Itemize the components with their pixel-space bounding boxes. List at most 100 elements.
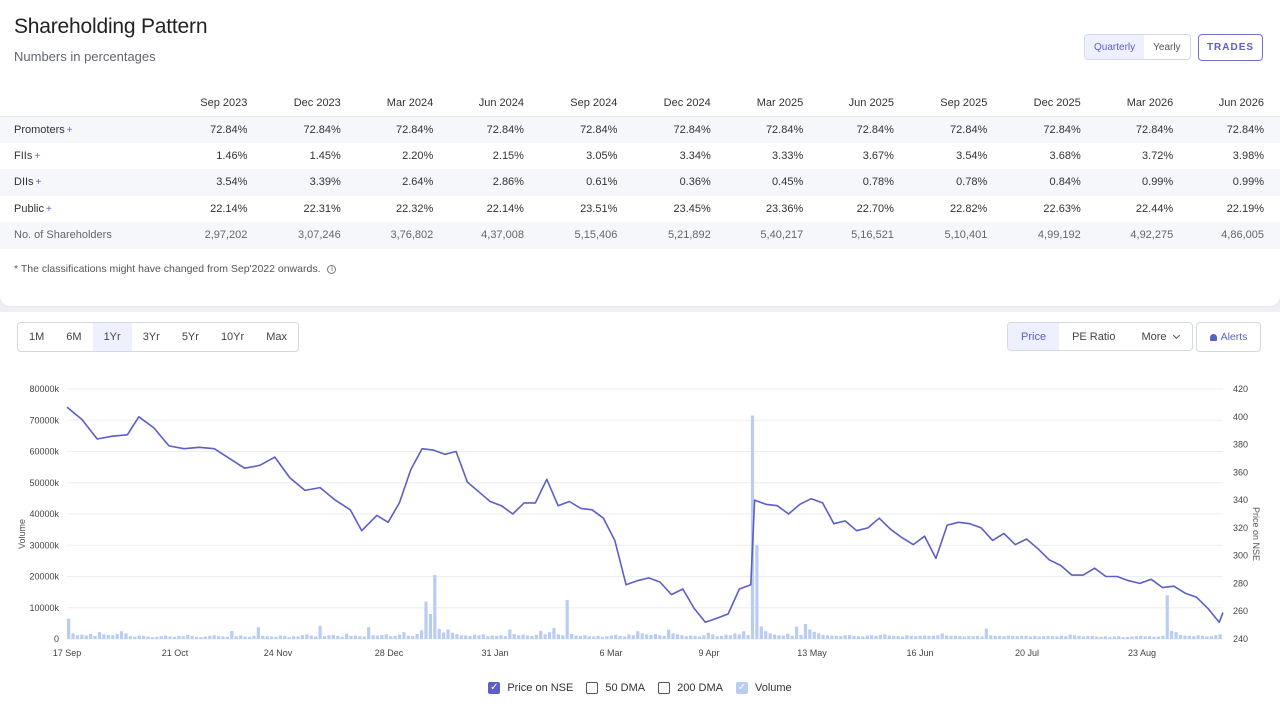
row-label[interactable]: FIIs +	[0, 143, 170, 170]
right-tick-label: 420	[1233, 384, 1248, 394]
footnote-text: * The classifications might have changed…	[14, 263, 321, 275]
more-label: More	[1141, 330, 1167, 343]
expand-plus-icon[interactable]: +	[36, 177, 42, 188]
volume-bar	[490, 635, 494, 639]
table-cell: 22.44%	[1135, 202, 1174, 215]
volume-bar	[945, 635, 949, 639]
volume-checkbox-checked-icon[interactable]: ✓	[735, 682, 748, 694]
range-6m-button[interactable]: 6M	[55, 323, 92, 351]
legend-label: 200 DMA	[677, 682, 723, 694]
range-1yr-button[interactable]: 1Yr	[92, 323, 132, 351]
volume-bar	[583, 635, 587, 639]
200dma-checkbox-icon[interactable]	[658, 682, 671, 694]
table-cell: 3.05%	[586, 149, 618, 162]
range-1m-button[interactable]: 1M	[18, 323, 55, 351]
volume-bar	[300, 635, 305, 639]
volume-bar	[1095, 636, 1099, 639]
volume-bar	[755, 545, 759, 639]
range-max-button[interactable]: Max	[255, 323, 298, 351]
legend-volume[interactable]: ✓ Volume	[735, 682, 792, 694]
volume-bar	[397, 634, 402, 639]
volume-bar	[962, 636, 966, 639]
volume-bar	[239, 635, 243, 639]
table-cell: 1.46%	[216, 149, 248, 162]
volume-bar	[1156, 636, 1161, 639]
left-tick-label: 0	[54, 634, 59, 644]
table-cell: 23.45%	[673, 202, 711, 215]
volume-bar	[609, 635, 613, 639]
volume-bar	[1086, 636, 1090, 639]
column-header: Dec 2024	[633, 90, 727, 117]
chart-legend: ✓ Price on NSE 50 DMA 200 DMA ✓ Volume	[0, 682, 1280, 694]
more-dropdown[interactable]: More	[1128, 323, 1191, 350]
x-tick-label: 28 Dec	[375, 648, 404, 658]
row-label[interactable]: DIIs +	[0, 169, 170, 196]
volume-bar	[689, 635, 693, 639]
volume-bar	[627, 634, 631, 639]
range-10yr-button[interactable]: 10Yr	[210, 323, 255, 351]
pe-ratio-button[interactable]: PE Ratio	[1059, 323, 1128, 350]
50dma-checkbox-icon[interactable]	[586, 682, 599, 694]
left-axis-title: Volume	[17, 519, 27, 549]
info-icon[interactable]: i	[327, 264, 337, 274]
volume-bar	[512, 634, 516, 639]
yearly-button[interactable]: Yearly	[1144, 35, 1189, 59]
volume-bar	[1055, 636, 1059, 639]
volume-bar	[309, 635, 313, 639]
column-header: Jun 2024	[449, 90, 540, 117]
price-volume-chart[interactable]: 0 10000k 20000k 30000k 40000k 50000k 60000k 700…	[0, 374, 1280, 670]
volume-bar	[1192, 636, 1196, 639]
x-tick-label: 23 Aug	[1128, 648, 1156, 658]
range-3yr-button[interactable]: 3Yr	[132, 323, 171, 351]
table-cell: 2.64%	[356, 169, 450, 196]
volume-bar	[494, 635, 499, 639]
volume-bar	[1174, 632, 1178, 639]
row-label[interactable]: Public +	[0, 196, 170, 223]
row-label[interactable]: Promoters +	[0, 116, 170, 143]
table-cell: 22.14%	[210, 202, 248, 215]
table-cell: 72.84%	[1189, 116, 1280, 143]
quarterly-button[interactable]: Quarterly	[1085, 35, 1145, 59]
table-row: Public +22.14% 22.31% 22.32% 22.14% 23.51% 23.…	[0, 196, 1280, 223]
volume-bar	[415, 634, 419, 639]
volume-bar	[1112, 636, 1116, 639]
range-5yr-button[interactable]: 5Yr	[171, 323, 210, 351]
legend-50-dma[interactable]: 50 DMA	[586, 682, 645, 694]
price-line	[66, 406, 1224, 624]
volume-bar	[459, 635, 463, 639]
volume-bar	[697, 636, 702, 639]
table-cell: 72.84%	[633, 116, 727, 143]
expand-plus-icon[interactable]: +	[46, 204, 52, 215]
legend-200-dma[interactable]: 200 DMA	[658, 682, 723, 694]
alerts-button[interactable]: Alerts	[1196, 322, 1261, 352]
volume-bar	[199, 637, 203, 639]
expand-plus-icon[interactable]: +	[34, 151, 40, 162]
right-tick-label: 360	[1233, 467, 1248, 477]
row-label-text: FIIs	[14, 149, 33, 162]
volume-bar	[142, 635, 146, 639]
volume-bar	[1134, 636, 1138, 639]
volume-bar	[296, 636, 300, 639]
volume-bar	[1037, 636, 1041, 639]
volume-bar	[1125, 636, 1130, 639]
row-label-text: Public	[14, 202, 44, 215]
x-tick-label: 16 Jun	[906, 648, 933, 658]
table-cell: 4,37,008	[449, 222, 540, 249]
volume-bar	[543, 634, 547, 639]
price-checkbox-checked-icon[interactable]: ✓	[488, 682, 501, 694]
volume-bar	[446, 629, 450, 639]
volume-bar	[1099, 636, 1103, 639]
expand-plus-icon[interactable]: +	[67, 125, 73, 136]
volume-bar	[843, 635, 847, 639]
volume-bar	[667, 629, 671, 639]
legend-price-on-nse[interactable]: ✓ Price on NSE	[488, 682, 573, 694]
volume-bar	[733, 633, 737, 639]
trades-button[interactable]: TRADES	[1198, 34, 1263, 61]
volume-bar	[702, 635, 706, 639]
volume-bar	[221, 636, 225, 639]
volume-bar	[1020, 635, 1024, 639]
price-button[interactable]: Price	[1008, 323, 1060, 350]
volume-bar	[137, 635, 141, 639]
table-cell: 5,21,892	[633, 222, 727, 249]
volume-bar	[168, 636, 172, 639]
